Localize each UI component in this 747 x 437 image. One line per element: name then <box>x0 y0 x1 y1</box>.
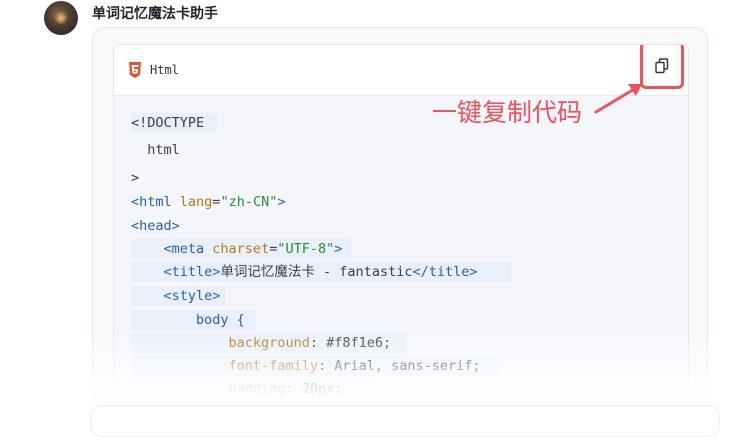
code-token: background <box>228 335 310 351</box>
code-token: <html <box>131 194 180 210</box>
code-line: <title>单词记忆魔法卡 - fantastic</title> <box>131 262 511 282</box>
code-language-label: Html <box>150 63 179 77</box>
copy-icon <box>655 58 669 74</box>
code-token: charset <box>212 241 270 257</box>
code-token: 单词记忆魔法卡 - fantastic <box>220 264 413 280</box>
code-line: > <box>131 168 139 188</box>
html5-icon <box>129 62 141 78</box>
code-token: "zh-CN" <box>220 194 278 210</box>
code-token: body { <box>131 312 245 328</box>
code-line: body { <box>131 310 256 330</box>
bot-avatar <box>44 1 78 35</box>
code-token: > <box>334 241 343 257</box>
code-line: <style> <box>131 286 226 306</box>
code-token: lang <box>179 194 213 210</box>
next-message-card <box>90 405 720 437</box>
bot-name: 单词记忆魔法卡助手 <box>92 6 218 22</box>
code-token: padding <box>228 381 286 397</box>
code-token: html <box>131 142 180 158</box>
code-line: <meta charset="UTF-8"> <box>131 239 351 259</box>
code-token: </title> <box>412 264 478 280</box>
code-token: <!DOCTYPE <box>131 115 213 131</box>
code-token: font-family <box>228 358 318 374</box>
code-line: <head> <box>131 216 180 236</box>
code-token: <style> <box>163 288 221 304</box>
code-token: > <box>131 170 140 186</box>
code-line: <!DOCTYPE <box>131 113 217 133</box>
code-token: > <box>277 194 286 210</box>
code-token: : Arial, sans-serif; <box>317 358 481 374</box>
code-line: background: #f8f1e6; <box>131 333 406 353</box>
code-token: : 20px; <box>285 381 343 397</box>
annotation-arrow <box>594 84 642 114</box>
code-line: font-family: Arial, sans-serif; <box>131 356 501 376</box>
code-token: <head> <box>131 218 180 234</box>
code-token: <meta <box>163 241 213 257</box>
code-line: html <box>131 140 180 160</box>
code-line: padding: 20px; <box>131 379 371 399</box>
code-token: : #f8f1e6; <box>309 335 392 351</box>
code-token: <title> <box>163 264 221 280</box>
copy-annotation: 一键复制代码 <box>432 98 583 127</box>
code-line: <html lang="zh-CN"> <box>131 192 285 212</box>
code-token: "UTF-8" <box>277 241 335 257</box>
